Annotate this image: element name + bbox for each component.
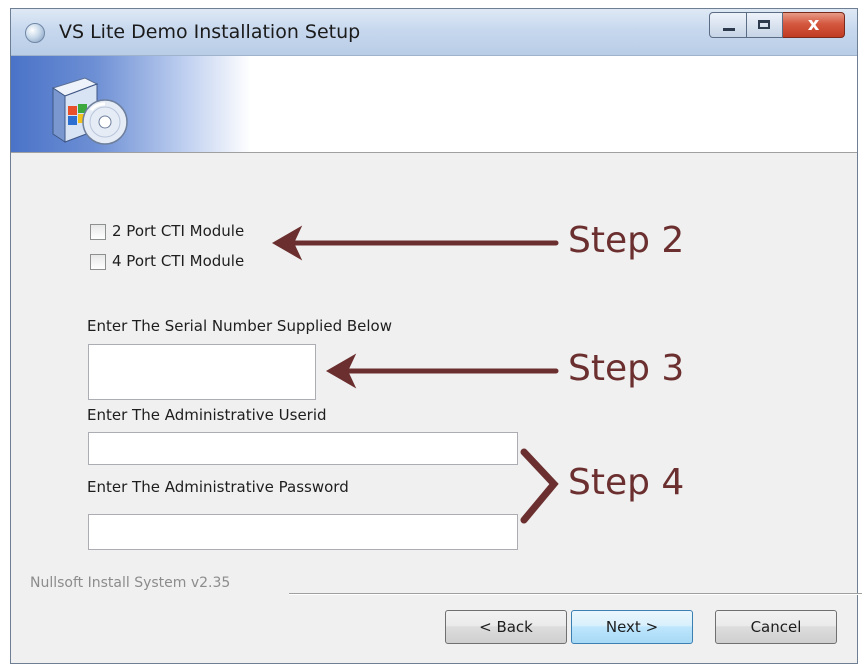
step-4-label: Step 4 xyxy=(568,462,685,503)
step-4-bracket xyxy=(520,448,559,524)
step-3-label: Step 3 xyxy=(568,348,685,389)
step-2-label: Step 2 xyxy=(568,220,685,261)
annotation-overlay xyxy=(271,225,559,524)
